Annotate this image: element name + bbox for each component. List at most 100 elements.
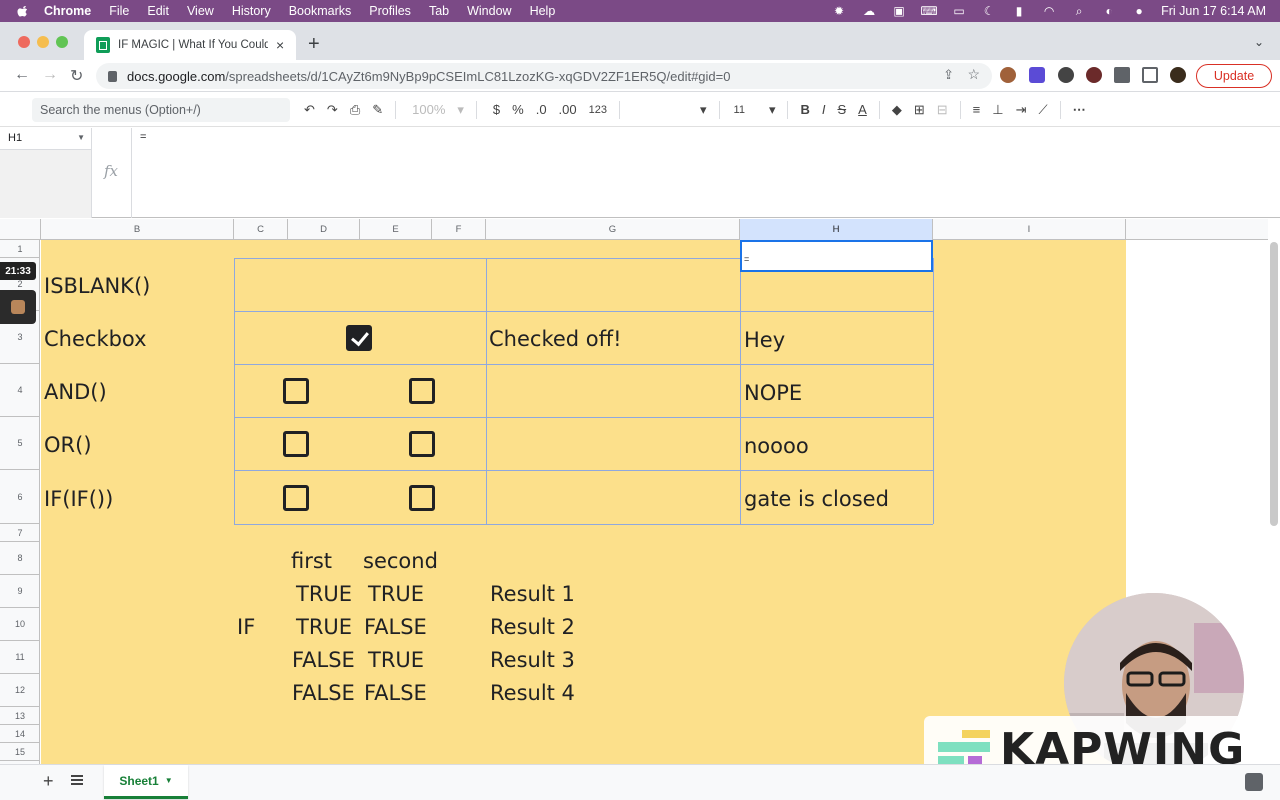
column-header-g[interactable]: G	[486, 219, 740, 240]
checkbox-ifif-1[interactable]	[283, 485, 309, 511]
back-arrow-icon[interactable]: ←	[14, 66, 30, 84]
label-isblank[interactable]: ISBLANK()	[44, 274, 150, 298]
font-chevron-icon[interactable]: ▾	[700, 102, 707, 118]
battery-icon[interactable]: ▮	[1011, 4, 1027, 18]
fill-color-icon[interactable]: ◆	[892, 102, 902, 118]
tab-search-chevron-icon[interactable]: ⌄	[1254, 35, 1264, 49]
paint-format-icon[interactable]: ✎	[372, 102, 383, 118]
merge-cells-icon[interactable]: ⊟	[937, 102, 948, 118]
result-cell[interactable]: Result 1	[490, 582, 575, 606]
menu-help[interactable]: Help	[530, 4, 556, 18]
label-checkbox[interactable]: Checkbox	[44, 327, 147, 351]
checkbox-or-1[interactable]	[283, 431, 309, 457]
menu-file[interactable]: File	[109, 4, 129, 18]
select-all-corner[interactable]	[0, 219, 41, 240]
name-box-chevron-icon[interactable]: ▼	[77, 133, 85, 142]
extension-icon[interactable]	[1000, 67, 1016, 83]
gear-icon[interactable]: ✹	[831, 4, 847, 18]
extension-bird-icon[interactable]	[1058, 67, 1074, 83]
vertical-align-icon[interactable]: ⊥	[992, 102, 1003, 118]
scan-icon[interactable]: ▣	[891, 4, 907, 18]
extensions-puzzle-icon[interactable]	[1114, 67, 1130, 83]
row-header-10[interactable]: 10	[0, 608, 40, 641]
checkbox-or-2[interactable]	[409, 431, 435, 457]
all-sheets-menu-icon[interactable]	[70, 773, 84, 787]
siri-icon[interactable]: ●	[1131, 4, 1147, 18]
menu-profiles[interactable]: Profiles	[369, 4, 411, 18]
active-cell-h1[interactable]: =	[740, 240, 933, 272]
checkbox-and-2[interactable]	[409, 378, 435, 404]
profile-avatar[interactable]	[1170, 67, 1186, 83]
menu-history[interactable]: History	[232, 4, 271, 18]
browser-tab[interactable]: IF MAGIC | What If You Could F ×	[84, 30, 296, 60]
result-cell[interactable]: Result 4	[490, 681, 575, 705]
row-header-8[interactable]: 8	[0, 542, 40, 575]
control-center-icon[interactable]: ◐	[1101, 4, 1117, 18]
new-tab-button[interactable]: +	[308, 33, 320, 56]
stop-recording-button[interactable]	[0, 290, 36, 324]
truth-cell[interactable]: FALSE	[292, 648, 355, 672]
checkbox-and-1[interactable]	[283, 378, 309, 404]
sheet-tab-chevron-icon[interactable]: ▼	[165, 776, 173, 785]
checkbox-checked[interactable]	[346, 325, 372, 351]
label-or[interactable]: OR()	[44, 433, 92, 457]
result-cell[interactable]: Result 3	[490, 648, 575, 672]
bookmark-star-icon[interactable]: ☆	[967, 66, 980, 83]
menu-tab[interactable]: Tab	[429, 4, 449, 18]
menu-bookmarks[interactable]: Bookmarks	[289, 4, 352, 18]
result-h5[interactable]: noooo	[744, 434, 809, 458]
explore-icon[interactable]	[1245, 773, 1263, 791]
zoom-window-button[interactable]	[56, 36, 68, 48]
checkbox-ifif-2[interactable]	[409, 485, 435, 511]
share-icon[interactable]: ⇪	[943, 67, 954, 83]
result-cell[interactable]: Result 2	[490, 615, 575, 639]
row-header-1[interactable]: 1	[0, 240, 40, 258]
side-panel-icon[interactable]	[1142, 67, 1158, 83]
currency-format-button[interactable]: $	[493, 102, 500, 117]
tab-close-icon[interactable]: ×	[276, 37, 284, 53]
column-header-e[interactable]: E	[360, 219, 432, 240]
row-header-5[interactable]: 5	[0, 417, 40, 470]
menu-view[interactable]: View	[187, 4, 214, 18]
menu-window[interactable]: Window	[467, 4, 511, 18]
truth-cell[interactable]: TRUE	[368, 648, 424, 672]
column-header-c[interactable]: C	[234, 219, 288, 240]
screen-icon[interactable]: ▭	[951, 4, 967, 18]
menu-app-chrome[interactable]: Chrome	[44, 4, 91, 18]
sheet-tab-sheet1[interactable]: Sheet1 ▼	[104, 765, 188, 799]
label-and[interactable]: AND()	[44, 380, 107, 404]
if-label[interactable]: IF	[237, 615, 255, 639]
row-header-11[interactable]: 11	[0, 641, 40, 674]
formula-input[interactable]: =	[140, 131, 146, 143]
italic-button[interactable]: I	[822, 102, 826, 117]
row-header-9[interactable]: 9	[0, 575, 40, 608]
truth-cell[interactable]: TRUE	[296, 582, 352, 606]
extension-dot-icon[interactable]	[1086, 67, 1102, 83]
add-sheet-button[interactable]: +	[43, 771, 54, 792]
increase-decimal-button[interactable]: .00	[559, 102, 577, 117]
truth-cell[interactable]: TRUE	[368, 582, 424, 606]
zoom-select[interactable]: 100%	[412, 102, 445, 117]
menubar-clock[interactable]: Fri Jun 17 6:14 AM	[1161, 4, 1266, 18]
text-color-button[interactable]: A	[858, 102, 867, 117]
keyboard-icon[interactable]: ⌨	[920, 4, 937, 18]
reload-icon[interactable]: ↻	[70, 66, 83, 86]
strikethrough-button[interactable]: S	[837, 102, 846, 117]
truth-cell[interactable]: FALSE	[364, 615, 427, 639]
row-header-4[interactable]: 4	[0, 364, 40, 417]
minimize-window-button[interactable]	[37, 36, 49, 48]
row-header-6[interactable]: 6	[0, 470, 40, 524]
result-h4[interactable]: NOPE	[744, 381, 802, 405]
row-header-14[interactable]: 14	[0, 725, 40, 743]
forward-arrow-icon[interactable]: →	[42, 66, 58, 84]
more-options-button[interactable]: ⋯	[1073, 102, 1086, 118]
column-header-b[interactable]: B	[41, 219, 234, 240]
text-wrap-icon[interactable]: ⇥	[1016, 102, 1027, 118]
menu-search-input[interactable]: Search the menus (Option+/)	[32, 97, 290, 122]
column-header-i[interactable]: I	[933, 219, 1126, 240]
label-if-if[interactable]: IF(IF())	[44, 487, 113, 511]
vertical-scrollbar[interactable]	[1270, 242, 1278, 526]
result-h3[interactable]: Hey	[744, 328, 785, 352]
row-header-7[interactable]: 7	[0, 524, 40, 542]
update-button[interactable]: Update	[1196, 64, 1272, 88]
